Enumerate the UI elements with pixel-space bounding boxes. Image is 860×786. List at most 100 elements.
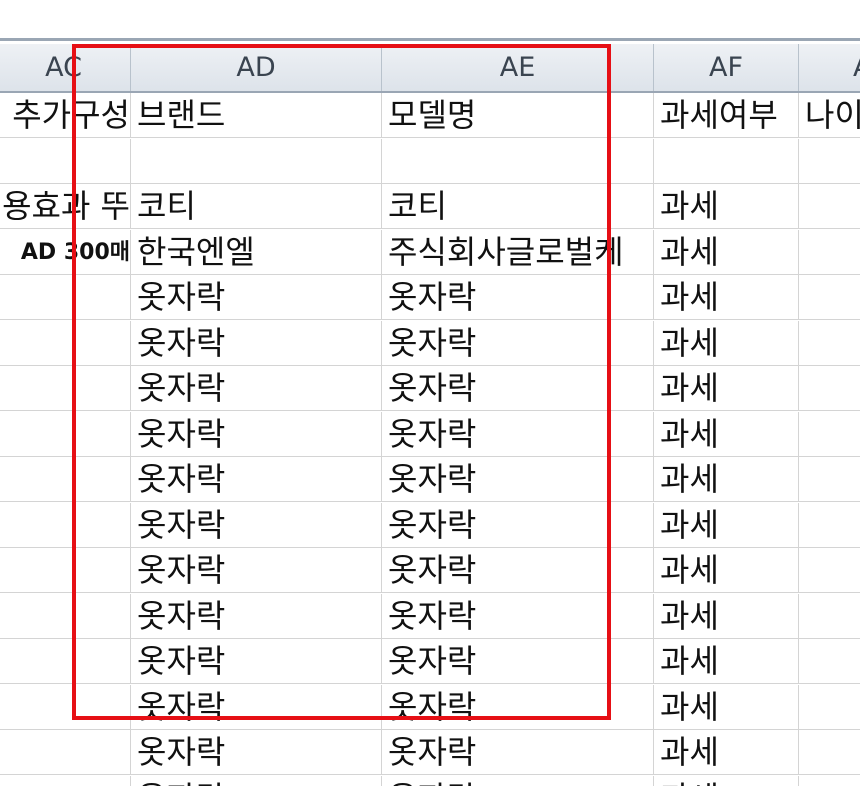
cell-ac[interactable] [0, 275, 131, 320]
cell-ad[interactable]: 브랜드 [131, 93, 382, 138]
table-row: 옷자락옷자락과세 [0, 275, 860, 320]
cell-ag[interactable] [799, 639, 860, 684]
cell-ac[interactable] [0, 594, 131, 639]
cell-ae[interactable]: 주식회사글로벌케 [382, 230, 654, 275]
cell-af[interactable]: 과세 [654, 594, 799, 639]
cell-ae[interactable]: 옷자락 [382, 685, 654, 730]
cell-ad[interactable]: 옷자락 [131, 548, 382, 593]
cell-ad[interactable]: 옷자락 [131, 685, 382, 730]
cell-af[interactable]: 과세여부 [654, 93, 799, 138]
cell-ad[interactable]: 옷자락 [131, 366, 382, 411]
cell-ag[interactable] [799, 139, 860, 184]
cell-ae[interactable] [382, 139, 654, 184]
cell-af[interactable]: 과세 [654, 730, 799, 775]
cell-ae[interactable]: 모델명 [382, 93, 654, 138]
cell-ae[interactable]: 옷자락 [382, 412, 654, 457]
cell-af[interactable]: 과세 [654, 321, 799, 366]
cell-ac[interactable] [0, 685, 131, 730]
table-row: 옷자락옷자락과세 [0, 503, 860, 548]
cell-ad[interactable]: 옷자락 [131, 321, 382, 366]
cell-ac[interactable] [0, 139, 131, 184]
cell-af[interactable] [654, 139, 799, 184]
table-row [0, 139, 860, 184]
cell-ad[interactable]: 옷자락 [131, 776, 382, 786]
cell-ac[interactable] [0, 730, 131, 775]
column-header-af[interactable]: AF [654, 44, 799, 91]
cell-ac[interactable] [0, 457, 131, 502]
cell-ae[interactable]: 옷자락 [382, 275, 654, 320]
cell-ag[interactable] [799, 412, 860, 457]
cell-ag[interactable] [799, 776, 860, 786]
cell-ad[interactable]: 옷자락 [131, 275, 382, 320]
cell-ad[interactable]: 옷자락 [131, 457, 382, 502]
cell-af[interactable]: 과세 [654, 275, 799, 320]
cell-ae[interactable]: 옷자락 [382, 503, 654, 548]
cell-ag[interactable] [799, 321, 860, 366]
cell-ae[interactable]: 옷자락 [382, 639, 654, 684]
cell-ac[interactable]: AD 300매 [0, 230, 131, 275]
cell-ac[interactable] [0, 412, 131, 457]
cell-ae[interactable]: 옷자락 [382, 776, 654, 786]
cell-ac[interactable] [0, 503, 131, 548]
cell-ag[interactable] [799, 730, 860, 775]
cell-ae[interactable]: 옷자락 [382, 457, 654, 502]
cell-ac[interactable] [0, 776, 131, 786]
column-header-ag[interactable]: A [799, 44, 860, 91]
cell-ad[interactable] [131, 139, 382, 184]
cell-ag[interactable] [799, 594, 860, 639]
cell-ae[interactable]: 코티 [382, 184, 654, 229]
table-row: 옷자락옷자락과세 [0, 548, 860, 593]
cell-ag[interactable] [799, 457, 860, 502]
cell-af[interactable]: 과세 [654, 685, 799, 730]
cell-ae[interactable]: 옷자락 [382, 548, 654, 593]
table-row: 옷자락옷자락과세 [0, 457, 860, 502]
spreadsheet-grid[interactable]: AC AD AE AF A 추가구성브랜드모델명과세여부나이용효과 뚜코티코티과… [0, 38, 860, 786]
cell-af[interactable]: 과세 [654, 776, 799, 786]
cell-af[interactable]: 과세 [654, 503, 799, 548]
cell-ag[interactable] [799, 184, 860, 229]
cell-ad[interactable]: 한국엔엘 [131, 230, 382, 275]
table-row: 추가구성브랜드모델명과세여부나이 [0, 93, 860, 138]
cell-af[interactable]: 과세 [654, 230, 799, 275]
cell-ac[interactable]: 추가구성 [0, 93, 131, 138]
cell-ac[interactable] [0, 321, 131, 366]
column-header-ad[interactable]: AD [131, 44, 382, 91]
cell-af[interactable]: 과세 [654, 457, 799, 502]
table-row: 용효과 뚜코티코티과세 [0, 184, 860, 229]
cell-ac[interactable] [0, 548, 131, 593]
cell-ag[interactable] [799, 685, 860, 730]
table-row: 옷자락옷자락과세 [0, 776, 860, 786]
cell-ad[interactable]: 옷자락 [131, 594, 382, 639]
cell-ad[interactable]: 옷자락 [131, 639, 382, 684]
cell-af[interactable]: 과세 [654, 412, 799, 457]
cell-ad[interactable]: 옷자락 [131, 412, 382, 457]
cell-ag[interactable] [799, 548, 860, 593]
cell-ag[interactable] [799, 503, 860, 548]
cell-ac[interactable] [0, 366, 131, 411]
column-header-ae[interactable]: AE [382, 44, 654, 91]
table-row: 옷자락옷자락과세 [0, 366, 860, 411]
cell-ae[interactable]: 옷자락 [382, 730, 654, 775]
cell-ag[interactable] [799, 275, 860, 320]
cell-ag[interactable]: 나이 [799, 93, 860, 138]
cell-ae[interactable]: 옷자락 [382, 321, 654, 366]
table-row: 옷자락옷자락과세 [0, 730, 860, 775]
column-header-ac[interactable]: AC [0, 44, 131, 91]
table-row: 옷자락옷자락과세 [0, 321, 860, 366]
cell-af[interactable]: 과세 [654, 184, 799, 229]
cell-af[interactable]: 과세 [654, 548, 799, 593]
cell-ac[interactable] [0, 639, 131, 684]
cell-af[interactable]: 과세 [654, 366, 799, 411]
cell-ac[interactable]: 용효과 뚜 [0, 184, 131, 229]
cell-ae[interactable]: 옷자락 [382, 594, 654, 639]
cell-ad[interactable]: 옷자락 [131, 503, 382, 548]
cell-ae[interactable]: 옷자락 [382, 366, 654, 411]
cell-af[interactable]: 과세 [654, 639, 799, 684]
table-row: 옷자락옷자락과세 [0, 412, 860, 457]
cell-ad[interactable]: 코티 [131, 184, 382, 229]
cell-ad[interactable]: 옷자락 [131, 730, 382, 775]
cell-ag[interactable] [799, 230, 860, 275]
top-blank-area [0, 0, 860, 38]
cell-ag[interactable] [799, 366, 860, 411]
table-row: AD 300매한국엔엘주식회사글로벌케과세 [0, 230, 860, 275]
